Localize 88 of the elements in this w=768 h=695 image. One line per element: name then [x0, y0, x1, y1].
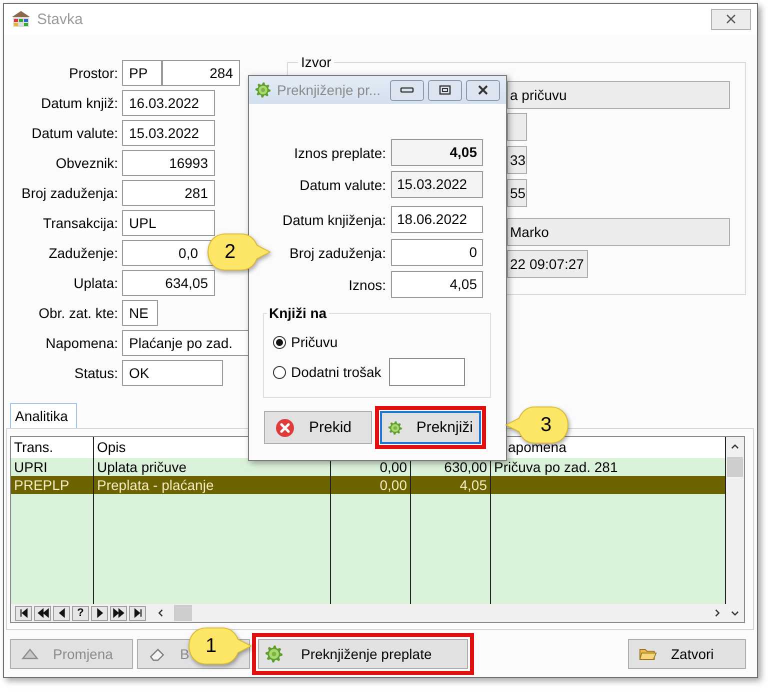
navigator-button[interactable]: [15, 606, 32, 620]
close-button[interactable]: [711, 8, 751, 30]
gear-icon: [265, 645, 283, 663]
group-title: Knjiži na: [268, 305, 328, 321]
field-label: Obr. zat. kte:: [38, 304, 118, 323]
input-field[interactable]: 15.03.2022: [122, 120, 215, 146]
scroll-thumb[interactable]: [174, 605, 192, 621]
prev-page-icon: [36, 607, 48, 619]
toolbar-button[interactable]: Preknjiženje preplate: [258, 639, 468, 669]
field-label: Napomena:: [44, 334, 118, 353]
group-title: Izvor: [300, 54, 332, 70]
input-field[interactable]: 0,0: [122, 240, 215, 266]
empty-field[interactable]: [507, 113, 527, 141]
radio-label[interactable]: Dodatni trošak: [291, 364, 382, 380]
navigator-button[interactable]: [129, 606, 146, 620]
input-field[interactable]: a pričuvu: [507, 81, 730, 109]
table-cell: 0,00: [331, 476, 411, 494]
navigator-button[interactable]: ?: [72, 606, 89, 620]
input-field[interactable]: Marko: [507, 218, 730, 246]
field-label: Obveznik:: [54, 154, 118, 173]
input-field[interactable]: PP: [122, 60, 162, 86]
input-field[interactable]: 55: [507, 179, 527, 207]
input-field[interactable]: 634,05: [122, 270, 215, 296]
dialog-button[interactable]: Preknjiži: [380, 411, 481, 444]
field-label: Iznos preplate:: [293, 144, 386, 160]
first-icon: [18, 607, 30, 619]
step-callout: 2: [207, 233, 271, 271]
next-page-icon: [112, 607, 124, 619]
input-field[interactable]: 16.03.2022: [122, 90, 215, 116]
field-label: Prostor:: [68, 64, 118, 83]
table-row[interactable]: PREPLP Preplata - plaćanje 0,00 4,05: [11, 476, 726, 494]
last-icon: [132, 607, 144, 619]
field-label: Uplata:: [72, 274, 118, 293]
input-field[interactable]: 284: [162, 60, 240, 86]
field-label: Zaduženje:: [48, 244, 118, 263]
radio-label[interactable]: Pričuvu: [291, 334, 338, 350]
navigator-button[interactable]: [110, 606, 127, 620]
column-header[interactable]: Trans.: [11, 437, 94, 458]
dialog-button[interactable]: Prekid: [264, 411, 372, 444]
input-field[interactable]: UPL: [122, 210, 215, 236]
field-label: Status:: [73, 364, 118, 383]
close-icon: [477, 85, 489, 95]
input-field[interactable]: 16993: [122, 150, 215, 176]
field-label: Datum knjiž:: [40, 94, 118, 113]
radio-button[interactable]: [273, 336, 286, 348]
close-button[interactable]: [466, 80, 500, 100]
radio-button[interactable]: [273, 366, 286, 378]
step-callout: 3: [505, 406, 569, 444]
table-cell: 4,05: [411, 476, 491, 494]
toolbar-button[interactable]: Zatvori: [628, 639, 746, 669]
step-callout: 1: [188, 627, 252, 665]
close-icon: [726, 14, 736, 24]
cancel-icon: [275, 418, 295, 438]
navigator-button[interactable]: [53, 606, 70, 620]
input-field[interactable]: 4,05: [391, 271, 483, 298]
input-field[interactable]: 15.03.2022: [391, 171, 483, 198]
input-field[interactable]: Plaćanje po zad.: [122, 330, 250, 356]
input-field[interactable]: OK: [122, 360, 223, 386]
input-field[interactable]: 0: [391, 239, 483, 266]
scroll-thumb[interactable]: [727, 457, 743, 477]
tab[interactable]: Analitika: [10, 403, 77, 428]
input-field[interactable]: 18.06.2022: [391, 206, 483, 233]
field-label: Iznos:: [348, 276, 386, 292]
input-field[interactable]: 4,05: [391, 139, 483, 166]
input-field[interactable]: [389, 358, 466, 386]
field-label: Datum valute:: [298, 176, 386, 192]
navigator-button[interactable]: [91, 606, 108, 620]
field-label: Datum knjiženja:: [282, 212, 386, 228]
vertical-scrollbar[interactable]: [726, 437, 744, 604]
input-field[interactable]: NE: [122, 300, 158, 326]
field-label: Broj zaduženja:: [288, 244, 386, 260]
window-title: Stavka: [37, 10, 83, 28]
restore-icon: [439, 85, 451, 95]
field-label: Transakcija:: [42, 214, 118, 233]
dialog-title: Preknjiženje pr...: [277, 82, 380, 98]
minimize-icon: [400, 87, 414, 93]
table-cell: Preplata - plaćanje: [94, 476, 331, 494]
minimize-button[interactable]: [390, 80, 424, 100]
building-icon: [11, 10, 31, 28]
table-cell: PREPLP: [11, 476, 94, 494]
field-label: Datum valute:: [30, 124, 118, 143]
navigator-button[interactable]: [34, 606, 51, 620]
input-field[interactable]: 281: [122, 180, 215, 206]
gear-icon: [255, 82, 271, 98]
maximize-button[interactable]: [428, 80, 462, 100]
input-field[interactable]: 22 09:07:27: [507, 250, 588, 278]
field-label: Broj zaduženja:: [20, 184, 118, 203]
input-field[interactable]: 33: [507, 146, 527, 174]
